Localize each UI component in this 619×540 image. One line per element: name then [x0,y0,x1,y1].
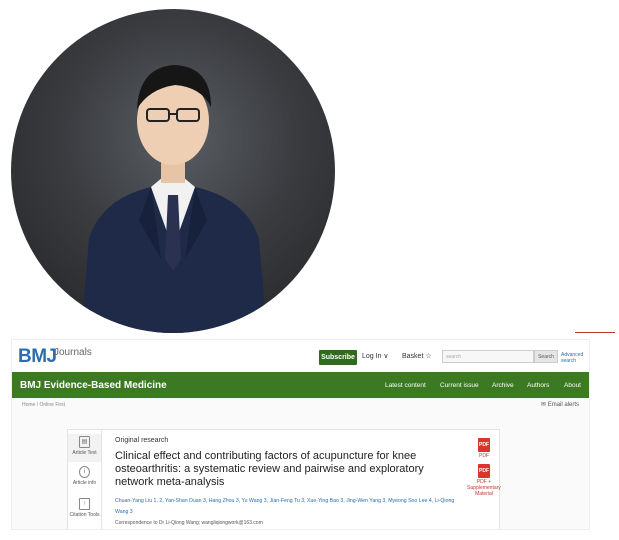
journal-title[interactable]: BMJ Evidence-Based Medicine [20,380,167,391]
divider-line [575,332,615,333]
breadcrumb[interactable]: Home / Online First [22,402,65,408]
bmj-logo[interactable]: BMJ [18,346,57,368]
email-alerts-link[interactable]: ✉ Email alerts [541,401,579,408]
logo-subtitle: Journals [54,347,92,358]
info-icon: i [79,466,90,478]
tool-article-info[interactable]: i Article info [68,466,101,486]
author-portrait [11,9,335,333]
top-bar: BMJ Journals Subscribe Log In ∨ Basket ☆… [12,340,589,371]
article-card: ▤ Article Text i Article info ↑ Citation… [67,429,501,529]
tool-label: Citation Tools [69,512,100,518]
search-input[interactable]: search [442,350,534,363]
pdf-download[interactable]: PDF PDF [464,438,504,459]
pdf-supplementary-download[interactable]: PDF PDF + Supplementary Material [464,464,504,497]
nav-archive[interactable]: Archive [492,382,514,389]
advanced-search-link[interactable]: Advanced search [561,352,587,364]
pdf-label: PDF [479,453,489,459]
author-list[interactable]: Chuan-Yang Liu 1, 2, Yan-Shan Duan 3, Ha… [115,496,465,518]
article-type: Original research [115,437,169,444]
article-title: Clinical effect and contributing factors… [115,450,424,488]
article-tools: ▤ Article Text i Article info ↑ Citation… [68,430,102,529]
login-link[interactable]: Log In ∨ [362,352,389,360]
tool-article-text[interactable]: ▤ Article Text [68,434,101,462]
search-button[interactable]: Search [534,350,558,363]
bmj-page-screenshot: BMJ Journals Subscribe Log In ∨ Basket ☆… [11,339,590,530]
tool-citation-tools[interactable]: ↑ Citation Tools [68,498,101,518]
portrait-figure [81,65,267,333]
correspondence: Correspondence to Dr Li-Qiong Wang; wang… [115,520,263,526]
subscribe-button[interactable]: Subscribe [319,350,357,365]
pdf-label: PDF + Supplementary Material [467,479,501,497]
pdf-icon: PDF [478,464,490,478]
nav-about[interactable]: About [564,382,581,389]
tool-label: Article info [72,480,97,486]
basket-link[interactable]: Basket ☆ [402,352,432,360]
tool-label: Article Text [72,450,97,456]
nav-latest-content[interactable]: Latest content [385,382,426,389]
nav-authors[interactable]: Authors [527,382,549,389]
document-icon: ▤ [79,436,90,448]
nav-current-issue[interactable]: Current issue [440,382,479,389]
pdf-icon: PDF [478,438,490,452]
share-icon: ↑ [79,498,90,510]
